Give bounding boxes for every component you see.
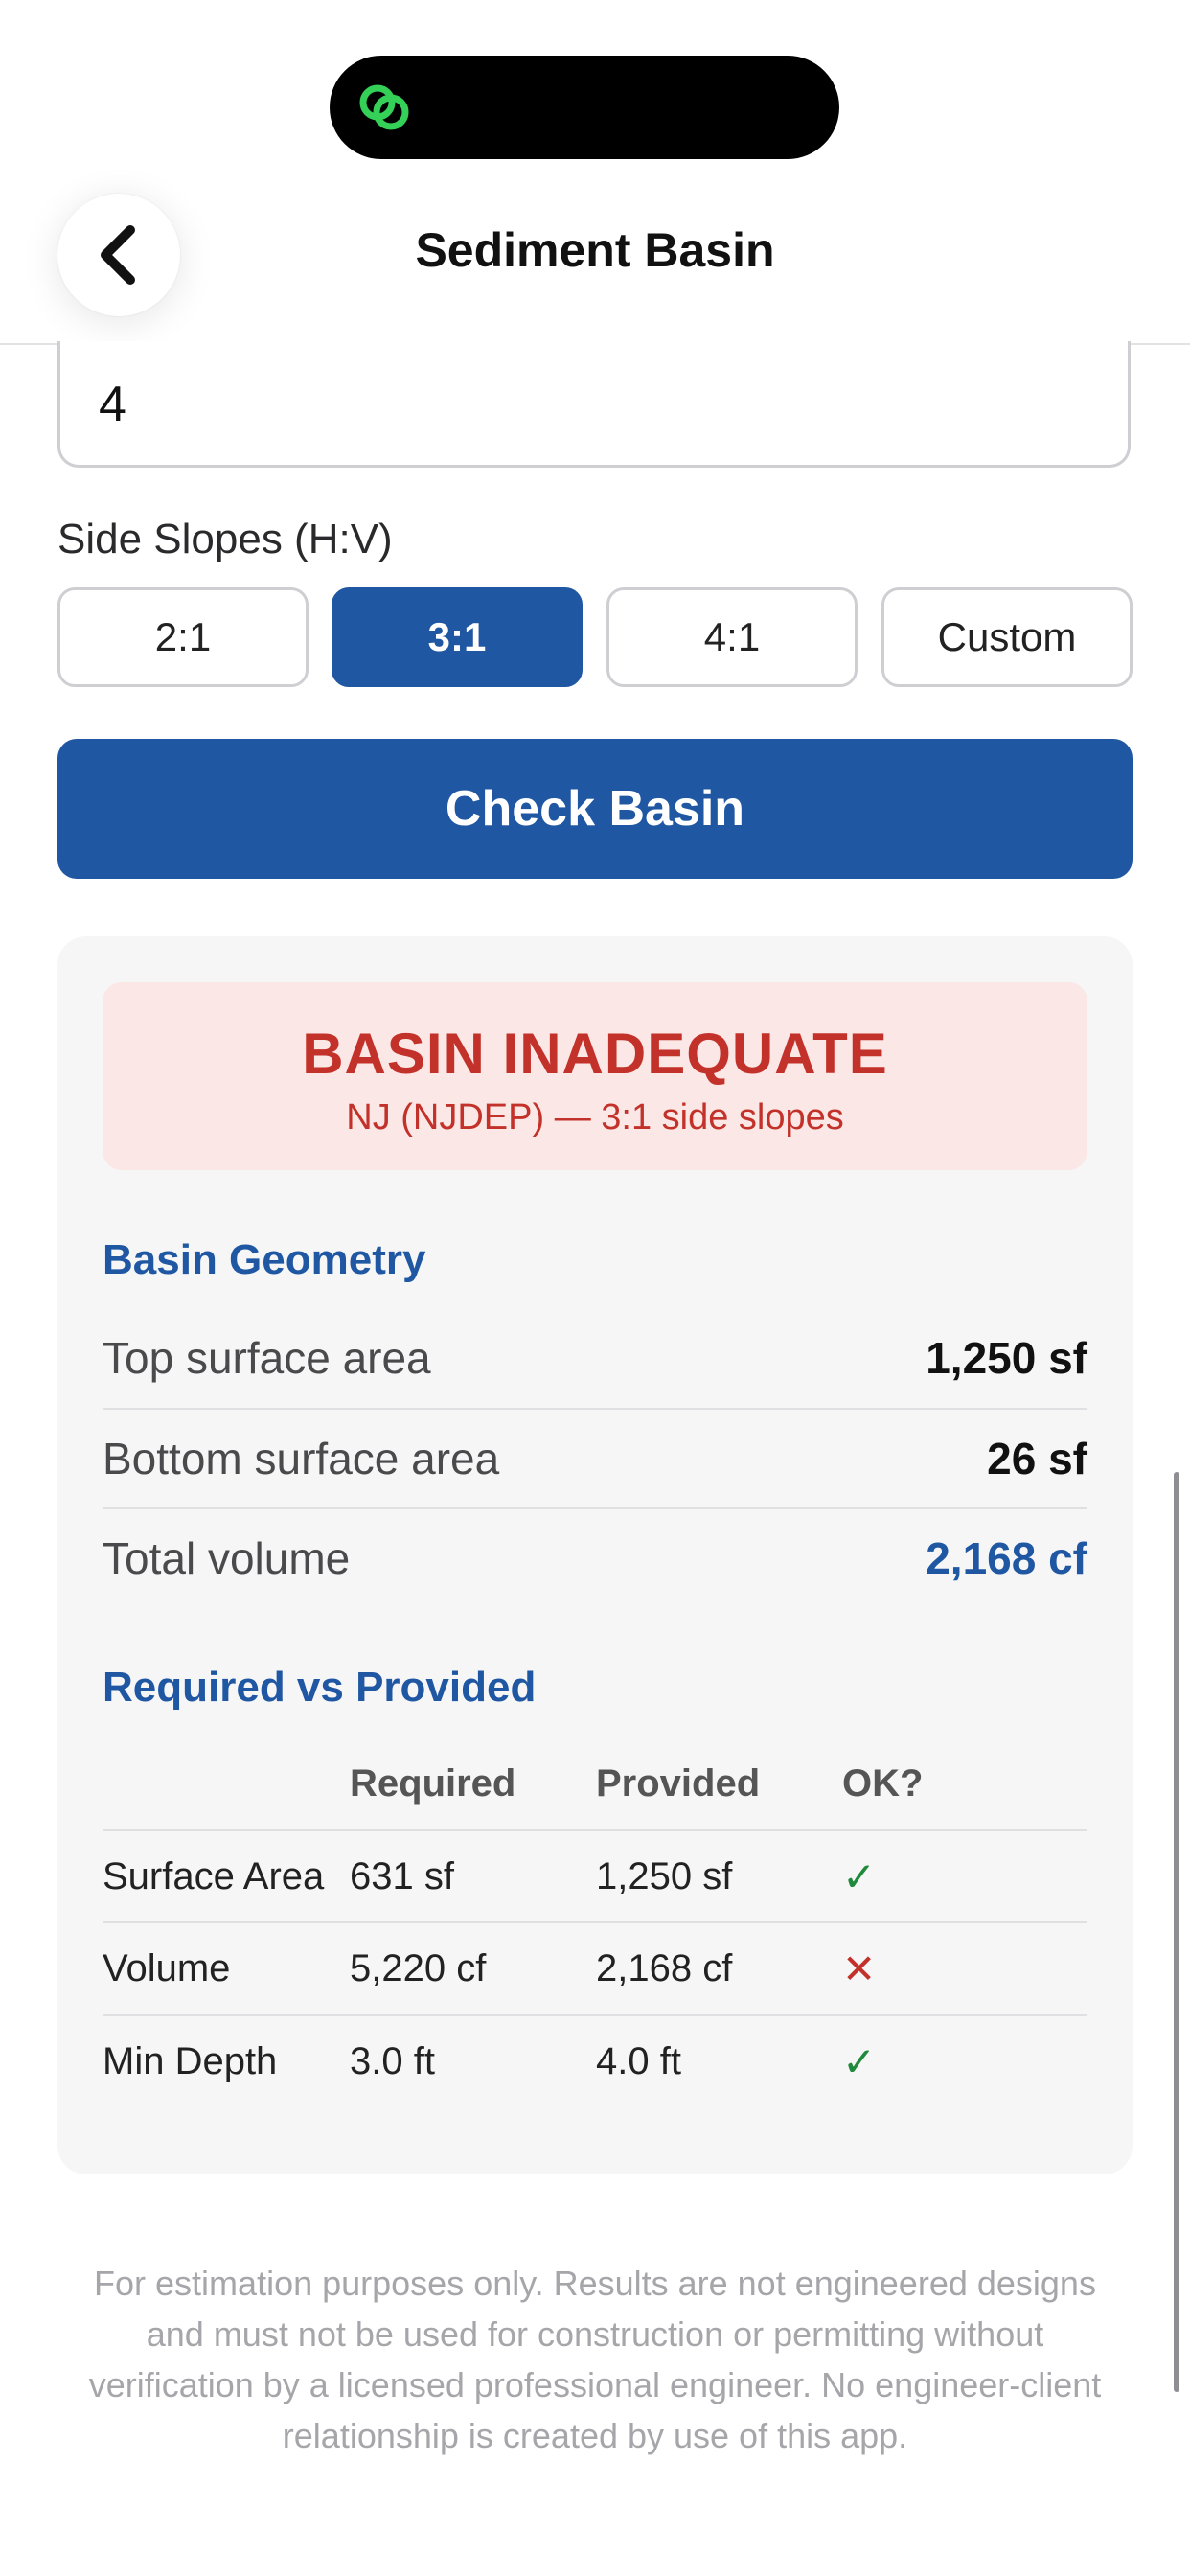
geometry-heading: Basin Geometry [103, 1236, 426, 1283]
disclaimer-text: For estimation purposes only. Results ar… [88, 2264, 1102, 2455]
depth-field[interactable]: 4 [57, 341, 1131, 468]
check-basin-button[interactable]: Check Basin [57, 739, 1133, 879]
cross-icon: ✕ [842, 1945, 877, 1991]
scrollbar[interactable] [1174, 1472, 1179, 2392]
row-required: 631 sf [350, 1854, 454, 1898]
table-row: Volume 5,220 cf 2,168 cf ✕ [103, 1922, 1087, 2014]
geometry-label: Total volume [103, 1533, 351, 1583]
row-item: Min Depth [103, 2039, 278, 2082]
link-rings-icon [359, 84, 409, 130]
geometry-value: 1,250 sf [926, 1333, 1087, 1383]
column-header-required: Required [350, 1761, 516, 1805]
row-required: 3.0 ft [350, 2039, 435, 2082]
column-header-ok: OK? [842, 1761, 924, 1805]
row-item: Surface Area [103, 1854, 325, 1898]
page-title: Sediment Basin [415, 223, 775, 277]
status-title: BASIN INADEQUATE [302, 1022, 888, 1086]
status-subtitle: NJ (NJDEP) — 3:1 side slopes [346, 1097, 844, 1138]
geometry-row-bottom-area: Bottom surface area 26 sf [103, 1409, 1087, 1508]
slope-option-3-1[interactable]: 3:1 [332, 587, 583, 687]
comparison-heading: Required vs Provided [103, 1664, 537, 1711]
slope-option-custom[interactable]: Custom [881, 587, 1133, 687]
geometry-label: Bottom surface area [103, 1434, 500, 1484]
row-provided: 1,250 sf [596, 1854, 733, 1898]
column-header-provided: Provided [596, 1761, 761, 1805]
geometry-value: 26 sf [987, 1434, 1087, 1484]
geometry-label: Top surface area [103, 1333, 431, 1383]
geometry-value: 2,168 cf [926, 1533, 1087, 1583]
comparison-table-header: Required Provided OK? [103, 1737, 1087, 1829]
table-row: Min Depth 3.0 ft 4.0 ft ✓ [103, 2015, 1087, 2107]
geometry-row-total-volume: Total volume 2,168 cf [103, 1508, 1087, 1608]
side-slopes-label: Side Slopes (H:V) [57, 516, 393, 563]
slope-option-4-1[interactable]: 4:1 [606, 587, 858, 687]
results-card: BASIN INADEQUATE NJ (NJDEP) — 3:1 side s… [57, 936, 1133, 2174]
checkmark-icon: ✓ [842, 2038, 877, 2084]
row-provided: 2,168 cf [596, 1946, 733, 1990]
row-required: 5,220 cf [350, 1946, 487, 1990]
nav-header: Sediment Basin [0, 159, 1190, 345]
dynamic-island [330, 56, 839, 159]
geometry-row-top-area: Top surface area 1,250 sf [103, 1308, 1087, 1408]
row-provided: 4.0 ft [596, 2039, 681, 2082]
table-row: Surface Area 631 sf 1,250 sf ✓ [103, 1830, 1087, 1922]
slope-option-2-1[interactable]: 2:1 [57, 587, 309, 687]
checkmark-icon: ✓ [842, 1853, 877, 1899]
status-banner: BASIN INADEQUATE NJ (NJDEP) — 3:1 side s… [103, 982, 1087, 1170]
row-item: Volume [103, 1946, 231, 1990]
